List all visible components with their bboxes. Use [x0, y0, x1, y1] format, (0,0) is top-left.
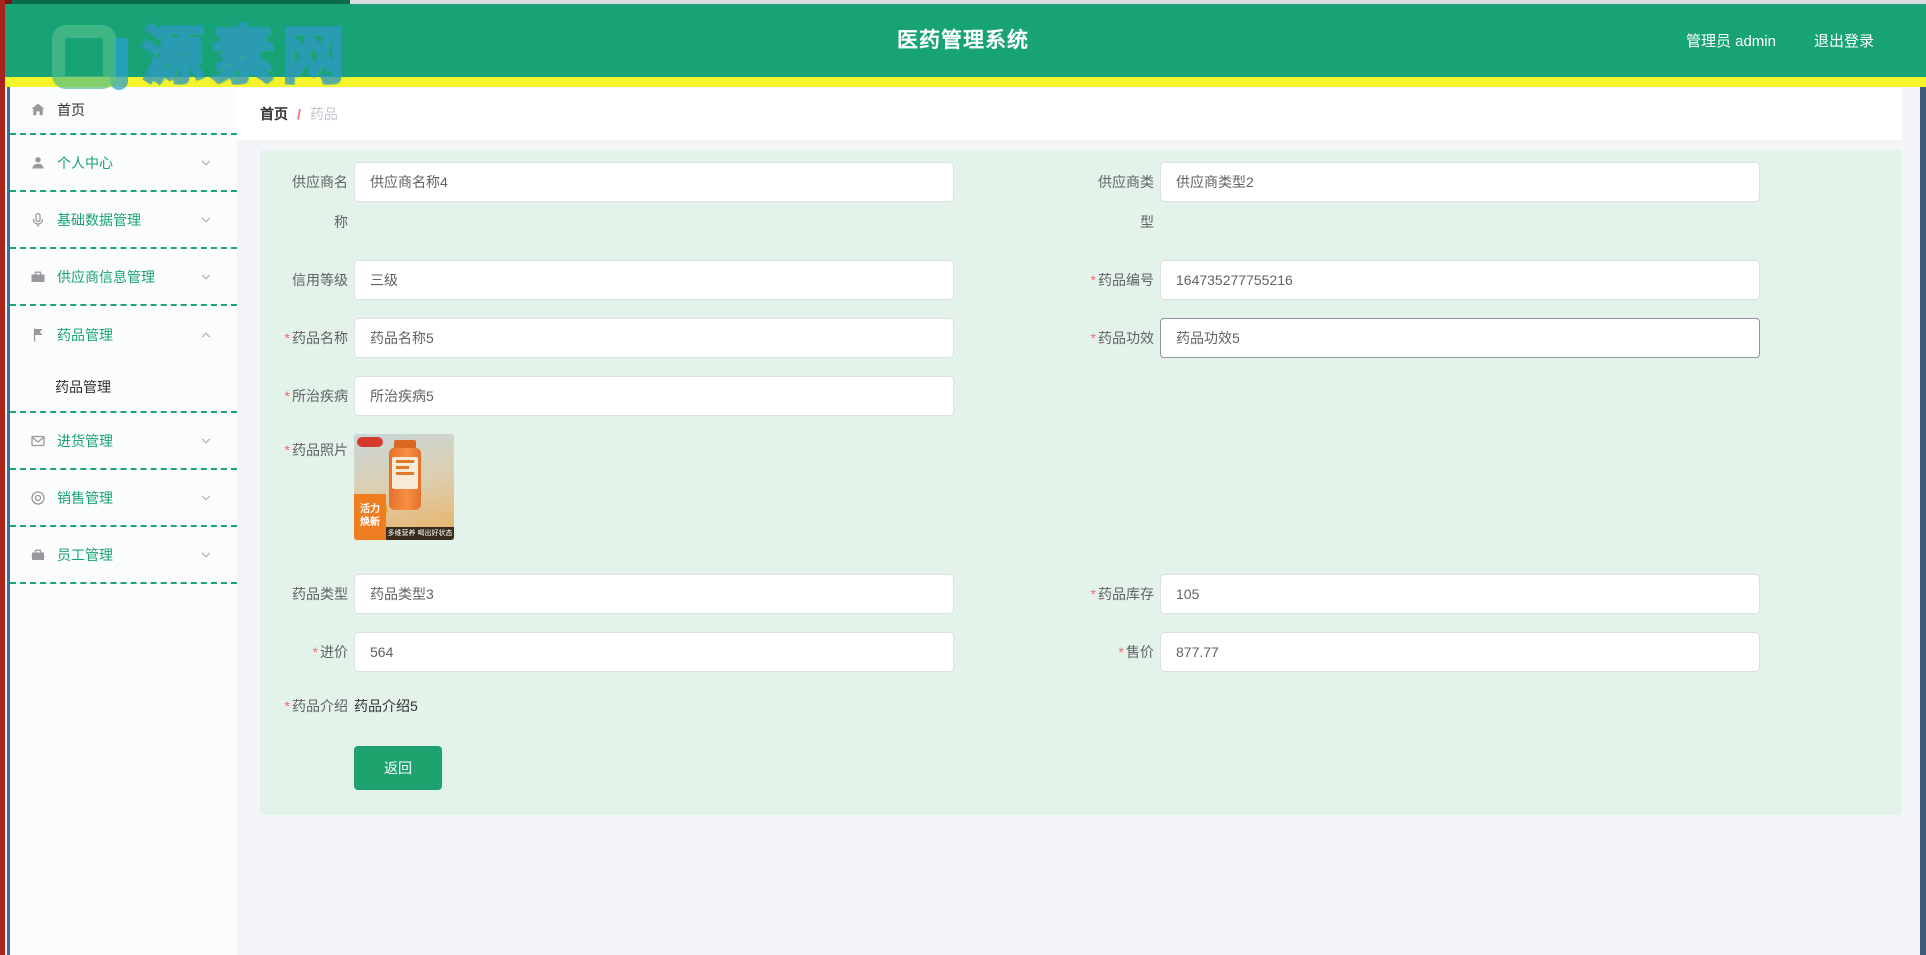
breadcrumb-home[interactable]: 首页: [260, 104, 288, 124]
left-red-stripe: [0, 0, 5, 955]
form-row: 返回: [280, 746, 1902, 790]
sidebar-item-employee-mgmt[interactable]: 员工管理: [10, 527, 237, 584]
sidebar: 首页 个人中心 基础数据管理 供应商信息管理 药品管理 药品管理 进货管理: [10, 87, 237, 955]
drug-effect-field[interactable]: [1160, 318, 1760, 358]
home-icon: [30, 102, 46, 118]
left-blue-stripe: [7, 87, 10, 955]
supplier-name-label: 供应商名称: [280, 162, 348, 242]
chevron-down-icon: [199, 434, 213, 448]
drug-photo-thumbnail[interactable]: 活力焕新 多维营养 喝出好状态: [354, 434, 454, 540]
sidebar-subitem-drug-mgmt[interactable]: 药品管理: [10, 363, 237, 413]
sidebar-item-home[interactable]: 首页: [10, 87, 237, 135]
drug-photo-label: *药品照片: [280, 434, 348, 460]
breadcrumb-current: 药品: [310, 104, 338, 124]
sidebar-item-drug-mgmt[interactable]: 药品管理: [10, 306, 237, 363]
breadcrumb: 首页 / 药品: [237, 88, 1902, 140]
sidebar-subitem-label: 药品管理: [55, 377, 111, 397]
sidebar-item-label: 个人中心: [57, 153, 113, 173]
form-row: 供应商名称 供应商类型: [280, 162, 1902, 242]
sidebar-item-label: 供应商信息管理: [57, 267, 155, 287]
form-row: *进价 *售价: [280, 632, 1902, 672]
stock-label: *药品库存: [1086, 574, 1154, 614]
photo-bottle: [389, 448, 421, 510]
at-circle-icon: [30, 490, 46, 506]
purchase-price-label: *进价: [280, 632, 348, 672]
admin-user-label[interactable]: 管理员 admin: [1686, 30, 1776, 51]
drug-detail-form: 供应商名称 供应商类型 信用等级 *药品编号: [260, 150, 1902, 815]
app-header: 医药管理系统 管理员 admin 退出登录: [0, 0, 1926, 77]
user-icon: [30, 155, 46, 171]
supplier-type-label: 供应商类型: [1086, 162, 1154, 242]
photo-caption: 多维营养 喝出好状态: [386, 527, 454, 540]
form-row: *所治疾病: [280, 376, 1902, 416]
drug-no-label: *药品编号: [1086, 260, 1154, 300]
scrollbar[interactable]: [1920, 87, 1926, 955]
page: 医药管理系统 管理员 admin 退出登录 源素网 首页 个人中心 基础数据管理: [0, 0, 1926, 955]
sidebar-item-label: 药品管理: [57, 325, 113, 345]
supplier-name-field[interactable]: [354, 162, 954, 202]
drug-type-field[interactable]: [354, 574, 954, 614]
purchase-price-field[interactable]: [354, 632, 954, 672]
photo-badge: [357, 437, 383, 447]
logout-link[interactable]: 退出登录: [1814, 30, 1874, 51]
header-right-nav: 管理员 admin 退出登录: [1686, 4, 1874, 77]
chevron-down-icon: [199, 270, 213, 284]
sidebar-item-label: 员工管理: [57, 545, 113, 565]
microphone-icon: [30, 212, 46, 228]
chevron-down-icon: [199, 548, 213, 562]
form-row: 信用等级 *药品编号: [280, 260, 1902, 300]
sidebar-item-purchase-mgmt[interactable]: 进货管理: [10, 413, 237, 470]
chevron-down-icon: [199, 213, 213, 227]
envelope-icon: [30, 433, 46, 449]
main-content: 首页 / 药品 供应商名称 供应商类型 信用等级: [237, 87, 1920, 955]
app-title: 医药管理系统: [897, 4, 1029, 77]
breadcrumb-separator: /: [297, 106, 301, 122]
drug-name-label: *药品名称: [280, 318, 348, 358]
intro-value: 药品介绍5: [354, 690, 418, 716]
top-edge-strip: [0, 0, 1926, 4]
flag-icon: [30, 327, 46, 343]
sidebar-item-sales-mgmt[interactable]: 销售管理: [10, 470, 237, 527]
sidebar-item-personal-center[interactable]: 个人中心: [10, 135, 237, 192]
sidebar-item-base-data[interactable]: 基础数据管理: [10, 192, 237, 249]
photo-tagline: 活力焕新: [354, 494, 386, 540]
form-row: *药品照片 活力焕新 多维营养 喝出好状态: [280, 434, 1902, 540]
sidebar-item-label: 基础数据管理: [57, 210, 141, 230]
toolbox-icon: [30, 547, 46, 563]
form-row: 药品类型 *药品库存: [280, 574, 1902, 614]
chevron-down-icon: [199, 156, 213, 170]
form-row: *药品介绍 药品介绍5: [280, 690, 1902, 716]
yellow-divider: [0, 77, 1926, 87]
form-row: *药品名称 *药品功效: [280, 318, 1902, 358]
supplier-type-field[interactable]: [1160, 162, 1760, 202]
drug-no-field[interactable]: [1160, 260, 1760, 300]
chevron-up-icon: [199, 328, 213, 342]
intro-label: *药品介绍: [280, 690, 348, 716]
sale-price-field[interactable]: [1160, 632, 1760, 672]
disease-label: *所治疾病: [280, 376, 348, 416]
credit-level-label: 信用等级: [280, 260, 348, 300]
chevron-down-icon: [199, 491, 213, 505]
briefcase-icon: [30, 269, 46, 285]
credit-level-field[interactable]: [354, 260, 954, 300]
sidebar-item-label: 首页: [57, 100, 85, 120]
back-button[interactable]: 返回: [354, 746, 442, 790]
drug-name-field[interactable]: [354, 318, 954, 358]
drug-effect-label: *药品功效: [1086, 318, 1154, 358]
sale-price-label: *售价: [1086, 632, 1154, 672]
stock-field[interactable]: [1160, 574, 1760, 614]
disease-field[interactable]: [354, 376, 954, 416]
drug-type-label: 药品类型: [280, 574, 348, 614]
sidebar-item-label: 进货管理: [57, 431, 113, 451]
sidebar-item-label: 销售管理: [57, 488, 113, 508]
sidebar-item-supplier-info[interactable]: 供应商信息管理: [10, 249, 237, 306]
